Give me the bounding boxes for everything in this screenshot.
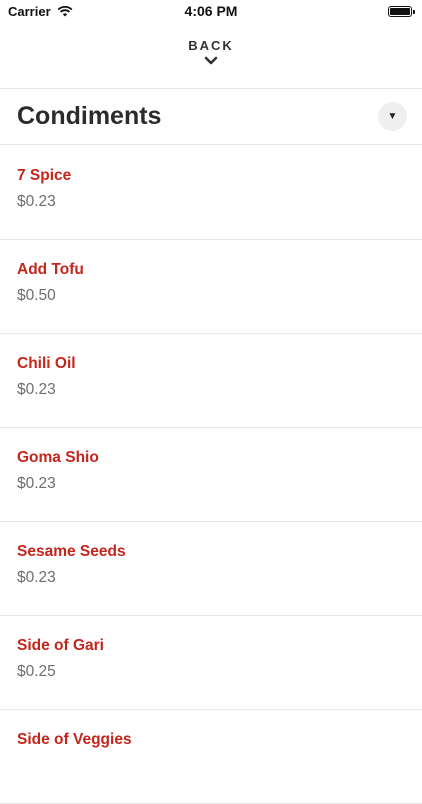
list-item[interactable]: Side of Veggies	[0, 710, 422, 804]
list-item[interactable]: Goma Shio $0.23	[0, 428, 422, 522]
item-price: $0.23	[17, 381, 56, 398]
chevron-down-icon	[204, 56, 218, 65]
item-name: Side of Gari	[17, 637, 104, 654]
list-item[interactable]: Add Tofu $0.50	[0, 240, 422, 334]
item-name: Chili Oil	[17, 355, 76, 372]
collapse-button[interactable]: ▼	[378, 102, 407, 131]
item-price: $0.50	[17, 287, 56, 304]
item-name: Side of Veggies	[17, 731, 132, 748]
list-item[interactable]: Sesame Seeds $0.23	[0, 522, 422, 616]
back-button[interactable]: BACK	[0, 38, 422, 78]
item-name: Add Tofu	[17, 261, 84, 278]
status-time: 4:06 PM	[184, 3, 238, 19]
item-list: 7 Spice $0.23 Add Tofu $0.50 Chili Oil $…	[0, 146, 422, 804]
item-name: Goma Shio	[17, 449, 99, 466]
item-price: $0.23	[17, 569, 56, 586]
list-item[interactable]: Side of Gari $0.25	[0, 616, 422, 710]
back-label: BACK	[188, 38, 234, 53]
item-price: $0.25	[17, 663, 56, 680]
item-price: $0.23	[17, 193, 56, 210]
caret-down-icon: ▼	[387, 111, 398, 122]
section-header: Condiments ▼	[0, 89, 422, 145]
item-name: 7 Spice	[17, 167, 72, 184]
list-item[interactable]: 7 Spice $0.23	[0, 146, 422, 240]
item-price: $0.23	[17, 475, 56, 492]
list-item[interactable]: Chili Oil $0.23	[0, 334, 422, 428]
section-title: Condiments	[17, 102, 162, 130]
status-bar: Carrier 4:06 PM	[0, 0, 422, 22]
item-name: Sesame Seeds	[17, 543, 126, 560]
battery-icon	[388, 5, 415, 17]
